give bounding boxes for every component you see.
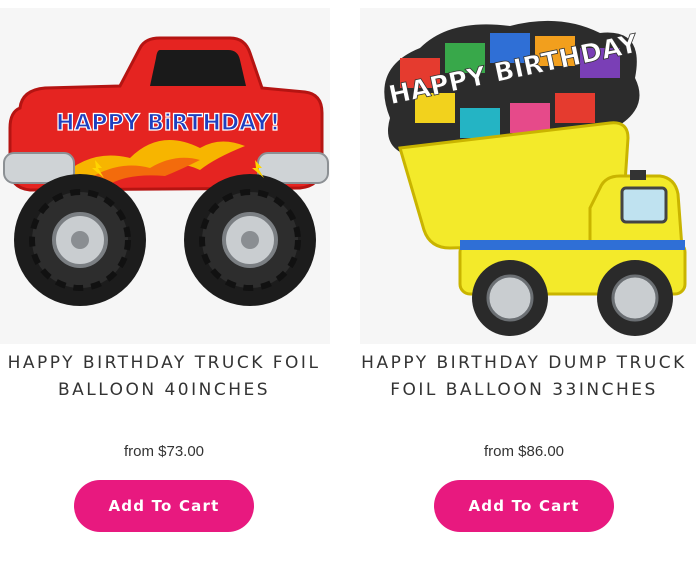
product-grid: HAPPY BiRTHDAY! HAPPY BIRTHDAY TRUCK FOI… <box>0 0 696 561</box>
monster-truck-balloon-icon: HAPPY BiRTHDAY! <box>3 36 329 306</box>
add-to-cart-button[interactable]: Add To Cart <box>74 480 254 532</box>
product-title[interactable]: HAPPY BIRTHDAY DUMP TRUCK FOIL BALLOON 3… <box>344 350 696 404</box>
wheel-icon <box>184 174 316 306</box>
product-card: HAPPY BiRTHDAY! HAPPY BIRTHDAY TRUCK FOI… <box>0 0 344 561</box>
product-image-dump-truck[interactable]: HAPPY BIRTHDAY <box>360 8 696 344</box>
dump-truck-balloon-icon: HAPPY BIRTHDAY <box>384 20 687 336</box>
product-title[interactable]: HAPPY BIRTHDAY TRUCK FOIL BALLOON 40INCH… <box>0 350 344 404</box>
wheel-icon <box>597 260 673 336</box>
add-to-cart-button[interactable]: Add To Cart <box>434 480 614 532</box>
product-image-monster-truck[interactable]: HAPPY BiRTHDAY! <box>0 8 330 344</box>
product-price: from $86.00 <box>483 443 565 460</box>
balloon-text: HAPPY BiRTHDAY! <box>56 111 280 136</box>
product-card: HAPPY BIRTHDAY HAPPY BIRTHDAY DUMP TRUCK… <box>344 0 696 561</box>
product-price: from $73.00 <box>123 443 205 460</box>
wheel-icon <box>472 260 548 336</box>
wheel-icon <box>14 174 146 306</box>
